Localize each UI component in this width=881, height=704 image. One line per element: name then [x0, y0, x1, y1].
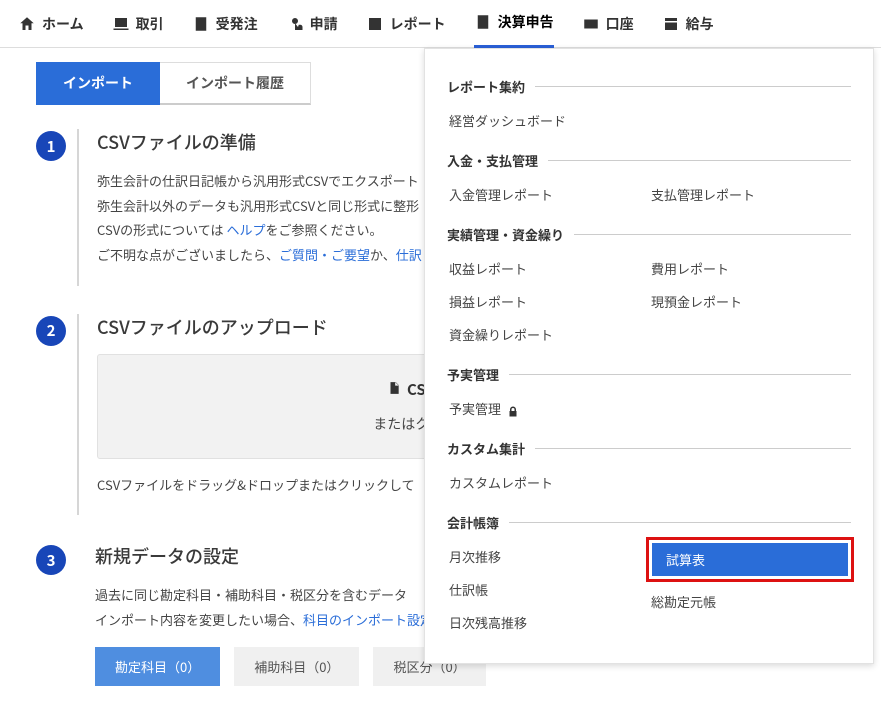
mm-cost-report[interactable]: 費用レポート: [649, 252, 851, 285]
report-megamenu: レポート集約 経営ダッシュボード 入金・支払管理 入金管理レポート 支払管理レポ…: [424, 48, 874, 664]
mm-perf-header: 実績管理・資金繰り: [447, 225, 564, 244]
mm-agg-header: レポート集約: [447, 77, 525, 96]
mm-incoming-report[interactable]: 入金管理レポート: [447, 178, 649, 211]
nav-closing[interactable]: 決算申告: [474, 0, 554, 48]
mm-plan-actual-label: 予実管理: [449, 399, 501, 418]
nav-report[interactable]: レポート: [366, 0, 446, 48]
top-nav: ホーム 取引 受発注 申請 レポート 決算申告 口座 給与: [0, 0, 881, 48]
report-icon: [366, 15, 384, 33]
tab-import[interactable]: インポート: [36, 62, 160, 105]
nav-trade-label: 取引: [136, 14, 164, 34]
nav-trade[interactable]: 取引: [112, 0, 164, 48]
step-3-number: 3: [36, 545, 66, 575]
mm-custom-header: カスタム集計: [447, 439, 525, 458]
question-link[interactable]: ご質問・ご要望: [279, 245, 370, 264]
step1-line4mid: か、: [370, 245, 396, 264]
trade-icon: [112, 15, 130, 33]
mm-plan-header: 予実管理: [447, 365, 499, 384]
nav-payroll-label: 給与: [686, 14, 714, 34]
orders-icon: [192, 15, 210, 33]
nav-account[interactable]: 口座: [582, 0, 634, 48]
apply-icon: [286, 15, 304, 33]
nav-account-label: 口座: [606, 14, 634, 34]
account-icon: [582, 15, 600, 33]
mm-payment-report[interactable]: 支払管理レポート: [649, 178, 851, 211]
nav-closing-label: 決算申告: [498, 12, 554, 32]
nav-apply[interactable]: 申請: [286, 0, 338, 48]
step-1-number: 1: [36, 131, 66, 161]
nav-orders-label: 受発注: [216, 14, 258, 34]
help-link[interactable]: ヘルプ: [226, 220, 265, 239]
mm-ledger-header: 会計帳簿: [447, 513, 499, 532]
file-icon: [387, 379, 401, 400]
mm-dashboard[interactable]: 経営ダッシュボード: [447, 104, 851, 137]
nav-report-label: レポート: [390, 14, 446, 34]
mm-trial-balance[interactable]: 試算表: [652, 543, 848, 576]
step1-line2a: 弥生会計以外のデータも汎用形式CSVと同じ形式に整形: [97, 196, 419, 215]
mm-monthly-trend[interactable]: 月次推移: [447, 540, 649, 573]
nav-home[interactable]: ホーム: [18, 0, 84, 48]
mm-journal[interactable]: 仕訳帳: [447, 573, 649, 606]
payroll-icon: [662, 15, 680, 33]
mm-plan-actual[interactable]: 予実管理: [447, 392, 851, 425]
step3-line1a: 過去に同じ勘定科目・補助科目・税区分を含むデータ: [95, 585, 407, 604]
page-body: インポート インポート履歴 1 CSVファイルの準備 弥生会計の仕訳日記帳から汎…: [0, 48, 881, 704]
mm-cashflow-report[interactable]: 資金繰りレポート: [447, 318, 649, 351]
nav-apply-label: 申請: [310, 14, 338, 34]
trial-balance-highlight: 試算表: [646, 537, 854, 582]
tab-import-history[interactable]: インポート履歴: [160, 62, 311, 105]
nav-home-label: ホーム: [42, 14, 84, 34]
step1-line3a: CSVの形式については: [97, 220, 226, 239]
mm-revenue-report[interactable]: 収益レポート: [447, 252, 649, 285]
step1-line1: 弥生会計の仕訳日記帳から汎用形式CSVでエクスポート: [97, 171, 419, 190]
step1-line4a: ご不明な点がございましたら、: [97, 245, 279, 264]
mm-custom-report[interactable]: カスタムレポート: [447, 466, 851, 499]
nav-payroll[interactable]: 給与: [662, 0, 714, 48]
mm-daily-balance[interactable]: 日次残高推移: [447, 606, 649, 639]
mm-pay-header: 入金・支払管理: [447, 151, 538, 170]
tab-sub-account-item[interactable]: 補助科目（0）: [234, 647, 359, 686]
tab-account-item[interactable]: 勘定科目（0）: [95, 647, 220, 686]
journal-link[interactable]: 仕訳: [396, 245, 422, 264]
closing-icon: [474, 13, 492, 31]
nav-orders[interactable]: 受発注: [192, 0, 258, 48]
lock-icon: [507, 403, 519, 415]
mm-cash-report[interactable]: 現預金レポート: [649, 285, 851, 318]
step3-line2a: インポート内容を変更したい場合、: [95, 610, 303, 629]
step1-line3b: をご参照ください。: [265, 220, 382, 239]
step-2-number: 2: [36, 316, 66, 346]
import-settings-link[interactable]: 科目のインポート設定: [303, 610, 433, 629]
mm-pl-report[interactable]: 損益レポート: [447, 285, 649, 318]
home-icon: [18, 15, 36, 33]
mm-general-ledger[interactable]: 総勘定元帳: [649, 585, 851, 618]
